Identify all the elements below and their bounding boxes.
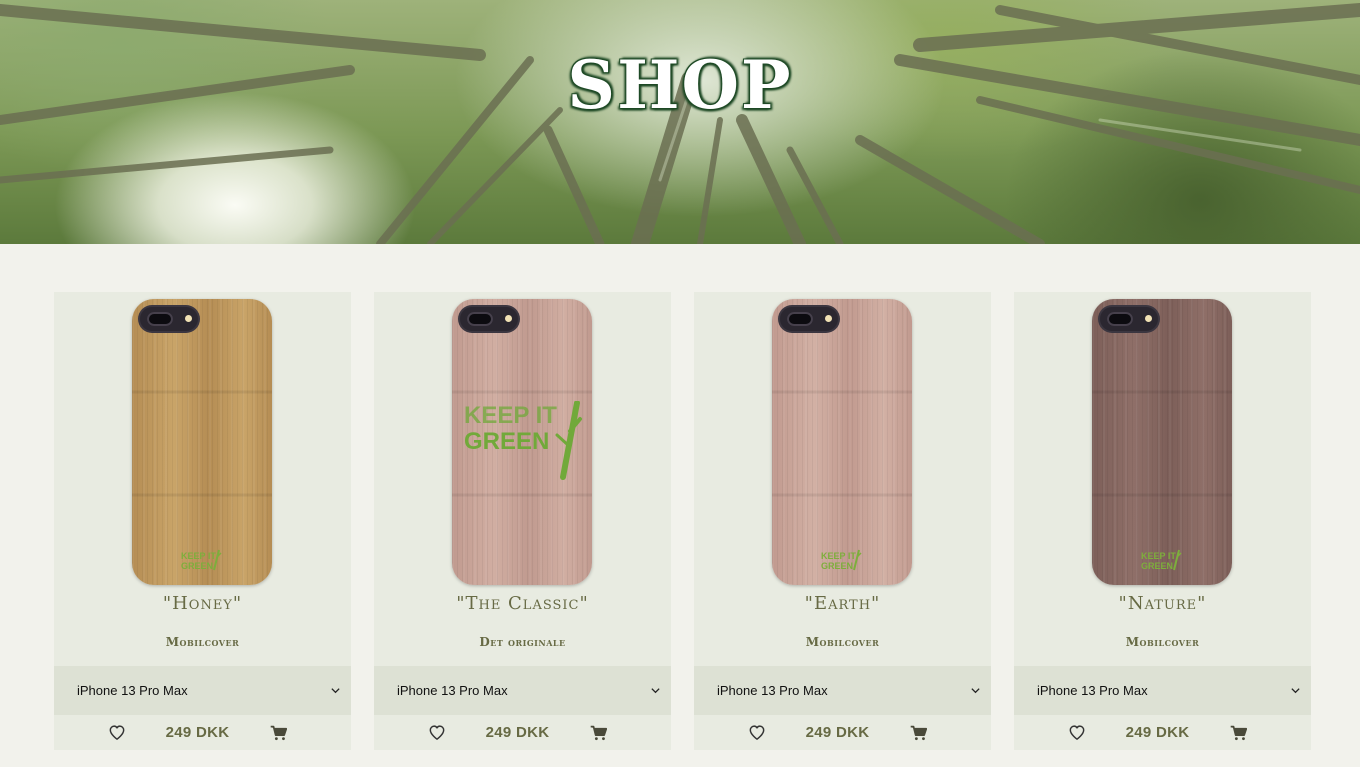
hero-banner: SHOP: [0, 0, 1360, 244]
model-select[interactable]: iPhone 13 Pro Max: [374, 666, 671, 715]
card-footer: 249 DKK: [694, 715, 991, 750]
heart-icon[interactable]: [427, 723, 446, 742]
product-subtitle: Mobilcover: [1125, 635, 1200, 649]
chevron-down-icon: [330, 685, 341, 696]
product-subtitle: Mobilcover: [165, 635, 240, 649]
product-card[interactable]: KEEP IT GREEN "Honey" Mobilcover iPhone 1…: [54, 292, 351, 750]
card-footer: 249 DKK: [54, 715, 351, 750]
phone-cover: KEEP IT GREEN: [772, 299, 912, 585]
cart-icon[interactable]: [269, 723, 288, 742]
product-name[interactable]: "Honey": [54, 593, 351, 614]
product-price: 249 DKK: [1125, 724, 1190, 741]
model-select-value: iPhone 13 Pro Max: [717, 683, 828, 698]
chevron-down-icon: [1290, 685, 1301, 696]
phone-cover: KEEP IT GREEN: [452, 299, 592, 585]
product-subtitle: Det originale: [479, 635, 566, 649]
card-footer: 249 DKK: [374, 715, 671, 750]
camera-cutout: [1100, 307, 1158, 331]
keep-it-green-logo: KEEP IT GREEN: [1141, 549, 1182, 571]
heart-icon[interactable]: [747, 723, 766, 742]
card-footer: 249 DKK: [1014, 715, 1311, 750]
keep-it-green-logo: KEEP IT GREEN: [821, 549, 862, 571]
wood-texture: [132, 299, 272, 585]
product-price: 249 DKK: [165, 724, 230, 741]
product-name[interactable]: "Nature": [1014, 593, 1311, 614]
product-card[interactable]: KEEP IT GREEN "Nature" Mobilcover iPhone …: [1014, 292, 1311, 750]
product-name[interactable]: "Earth": [694, 593, 991, 614]
cart-icon[interactable]: [1229, 723, 1248, 742]
product-price: 249 DKK: [485, 724, 550, 741]
model-select[interactable]: iPhone 13 Pro Max: [694, 666, 991, 715]
product-image[interactable]: KEEP IT GREEN: [374, 292, 671, 588]
camera-cutout: [460, 307, 518, 331]
product-grid: KEEP IT GREEN "Honey" Mobilcover iPhone 1…: [54, 292, 1311, 750]
wood-texture: [1092, 299, 1232, 585]
keep-it-green-logo: KEEP IT GREEN: [464, 401, 582, 480]
product-subtitle: Mobilcover: [805, 635, 880, 649]
model-select[interactable]: iPhone 13 Pro Max: [54, 666, 351, 715]
product-image[interactable]: KEEP IT GREEN: [694, 292, 991, 588]
model-select[interactable]: iPhone 13 Pro Max: [1014, 666, 1311, 715]
model-select-value: iPhone 13 Pro Max: [397, 683, 508, 698]
product-card[interactable]: KEEP IT GREEN "The Classic" Det originale…: [374, 292, 671, 750]
product-card[interactable]: KEEP IT GREEN "Earth" Mobilcover iPhone 1…: [694, 292, 991, 750]
model-select-value: iPhone 13 Pro Max: [1037, 683, 1148, 698]
product-price: 249 DKK: [805, 724, 870, 741]
cart-icon[interactable]: [589, 723, 608, 742]
chevron-down-icon: [650, 685, 661, 696]
product-image[interactable]: KEEP IT GREEN: [1014, 292, 1311, 588]
camera-cutout: [140, 307, 198, 331]
chevron-down-icon: [970, 685, 981, 696]
product-image[interactable]: KEEP IT GREEN: [54, 292, 351, 588]
phone-cover: KEEP IT GREEN: [1092, 299, 1232, 585]
model-select-value: iPhone 13 Pro Max: [77, 683, 188, 698]
keep-it-green-logo: KEEP IT GREEN: [181, 549, 222, 571]
product-name[interactable]: "The Classic": [374, 593, 671, 614]
heart-icon[interactable]: [1067, 723, 1086, 742]
page-title: SHOP: [567, 46, 793, 124]
phone-cover: KEEP IT GREEN: [132, 299, 272, 585]
cart-icon[interactable]: [909, 723, 928, 742]
wood-texture: [772, 299, 912, 585]
camera-cutout: [780, 307, 838, 331]
heart-icon[interactable]: [107, 723, 126, 742]
